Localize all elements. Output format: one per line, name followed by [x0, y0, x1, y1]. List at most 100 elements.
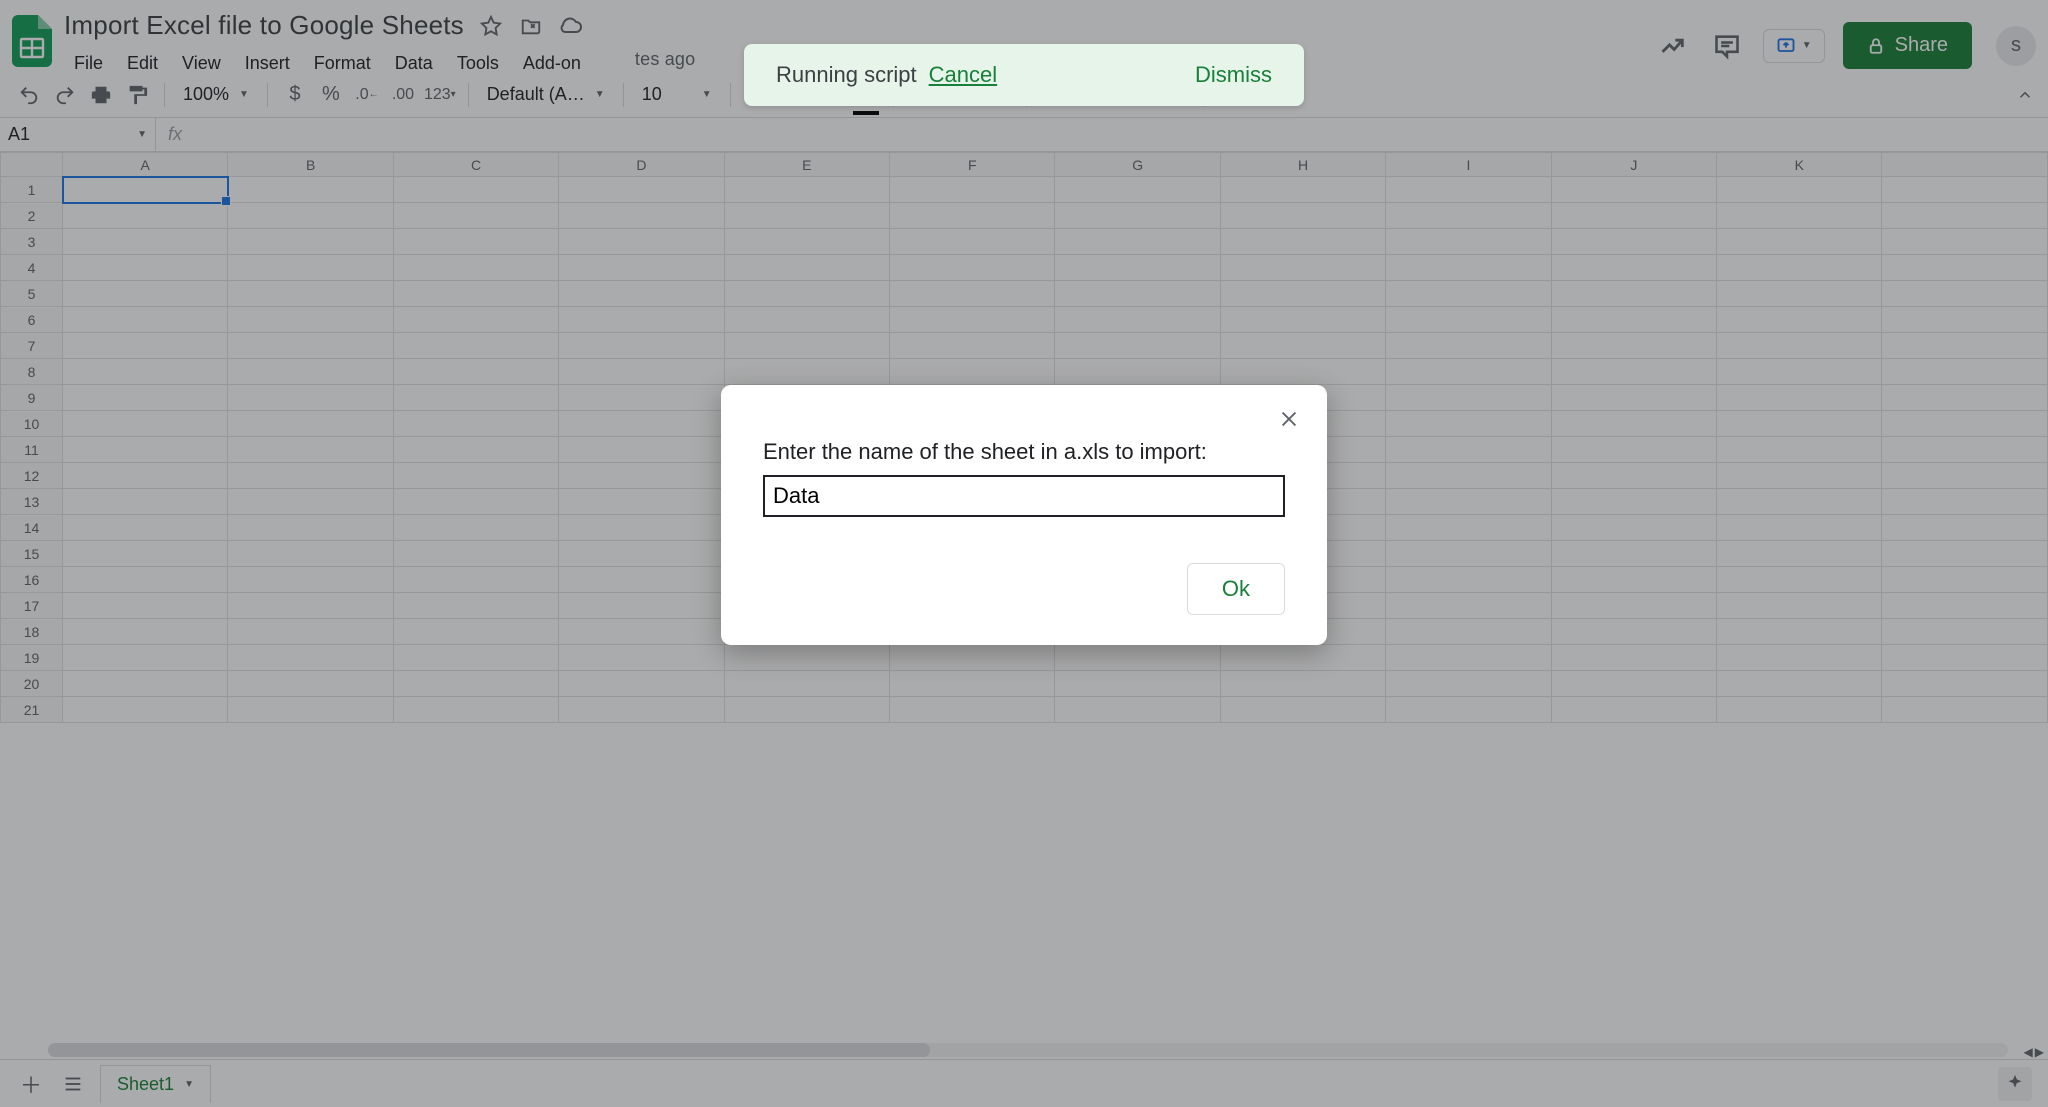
- grid-cell[interactable]: [559, 255, 724, 281]
- grid-cell[interactable]: [1220, 177, 1385, 203]
- grid-cell[interactable]: [63, 697, 228, 723]
- grid-cell[interactable]: [1882, 489, 2048, 515]
- row-header[interactable]: 8: [1, 359, 63, 385]
- grid-cell[interactable]: [393, 541, 558, 567]
- row-header[interactable]: 3: [1, 229, 63, 255]
- column-header-row[interactable]: A B C D E F G H I J K: [1, 153, 2048, 177]
- menu-data[interactable]: Data: [385, 49, 443, 78]
- col-header[interactable]: C: [393, 153, 558, 177]
- grid-cell[interactable]: [559, 307, 724, 333]
- col-header[interactable]: F: [890, 153, 1055, 177]
- grid-cell[interactable]: [559, 645, 724, 671]
- grid-cell[interactable]: [559, 385, 724, 411]
- grid-cell[interactable]: [724, 645, 889, 671]
- row-header[interactable]: 15: [1, 541, 63, 567]
- grid-row[interactable]: 7: [1, 333, 2048, 359]
- grid-cell[interactable]: [1551, 645, 1716, 671]
- horizontal-scrollbar[interactable]: [48, 1043, 2008, 1057]
- grid-cell[interactable]: [1882, 541, 2048, 567]
- collapse-toolbar-button[interactable]: [2016, 86, 2034, 104]
- grid-cell[interactable]: [559, 567, 724, 593]
- formula-bar[interactable]: fx: [156, 118, 194, 151]
- grid-cell[interactable]: [1386, 359, 1551, 385]
- grid-cell[interactable]: [1220, 255, 1385, 281]
- row-header[interactable]: 19: [1, 645, 63, 671]
- grid-cell[interactable]: [1055, 333, 1220, 359]
- row-header[interactable]: 4: [1, 255, 63, 281]
- grid-cell[interactable]: [393, 567, 558, 593]
- grid-cell[interactable]: [559, 437, 724, 463]
- grid-cell[interactable]: [393, 333, 558, 359]
- grid-cell[interactable]: [228, 515, 393, 541]
- grid-cell[interactable]: [1551, 697, 1716, 723]
- grid-cell[interactable]: [1882, 671, 2048, 697]
- font-select[interactable]: Default (Ari… ▼: [481, 84, 611, 105]
- grid-cell[interactable]: [1055, 359, 1220, 385]
- menu-edit[interactable]: Edit: [117, 49, 168, 78]
- grid-cell[interactable]: [890, 333, 1055, 359]
- grid-cell[interactable]: [559, 229, 724, 255]
- grid-cell[interactable]: [1386, 281, 1551, 307]
- grid-cell[interactable]: [1717, 489, 1882, 515]
- grid-cell[interactable]: [1717, 177, 1882, 203]
- grid-cell[interactable]: [1717, 697, 1882, 723]
- grid-cell[interactable]: [393, 385, 558, 411]
- grid-cell[interactable]: [1551, 359, 1716, 385]
- grid-cell[interactable]: [228, 541, 393, 567]
- grid-cell[interactable]: [228, 463, 393, 489]
- scrollbar-thumb[interactable]: [48, 1043, 930, 1057]
- grid-cell[interactable]: [63, 281, 228, 307]
- grid-cell[interactable]: [393, 593, 558, 619]
- grid-cell[interactable]: [1055, 177, 1220, 203]
- grid-cell[interactable]: [1386, 489, 1551, 515]
- toast-dismiss-button[interactable]: Dismiss: [1195, 62, 1272, 88]
- share-button[interactable]: Share: [1843, 22, 1972, 69]
- comments-icon[interactable]: [1709, 28, 1745, 64]
- grid-cell[interactable]: [1717, 359, 1882, 385]
- grid-row[interactable]: 5: [1, 281, 2048, 307]
- present-button[interactable]: ▼: [1763, 29, 1825, 63]
- grid-cell[interactable]: [228, 697, 393, 723]
- row-header[interactable]: 11: [1, 437, 63, 463]
- grid-cell[interactable]: [1386, 515, 1551, 541]
- redo-button[interactable]: [50, 80, 80, 110]
- grid-cell[interactable]: [228, 411, 393, 437]
- grid-cell[interactable]: [63, 541, 228, 567]
- grid-cell[interactable]: [1882, 229, 2048, 255]
- grid-cell[interactable]: [1882, 307, 2048, 333]
- grid-cell[interactable]: [559, 541, 724, 567]
- menu-addons[interactable]: Add-on: [513, 49, 591, 78]
- grid-cell[interactable]: [1386, 177, 1551, 203]
- grid-cell[interactable]: [63, 333, 228, 359]
- grid-cell[interactable]: [1386, 593, 1551, 619]
- grid-cell[interactable]: [393, 515, 558, 541]
- grid-cell[interactable]: [228, 489, 393, 515]
- grid-cell[interactable]: [1551, 229, 1716, 255]
- grid-cell[interactable]: [1551, 593, 1716, 619]
- row-header[interactable]: 18: [1, 619, 63, 645]
- grid-cell[interactable]: [63, 619, 228, 645]
- grid-cell[interactable]: [1551, 541, 1716, 567]
- print-button[interactable]: [86, 80, 116, 110]
- grid-cell[interactable]: [1386, 307, 1551, 333]
- font-size-select[interactable]: 10 ▼: [636, 84, 718, 105]
- grid-cell[interactable]: [393, 411, 558, 437]
- grid-cell[interactable]: [1717, 281, 1882, 307]
- grid-cell[interactable]: [1882, 437, 2048, 463]
- move-icon[interactable]: [518, 13, 544, 39]
- grid-cell[interactable]: [393, 489, 558, 515]
- grid-cell[interactable]: [1386, 255, 1551, 281]
- row-header[interactable]: 20: [1, 671, 63, 697]
- grid-cell[interactable]: [1055, 229, 1220, 255]
- menu-file[interactable]: File: [64, 49, 113, 78]
- row-header[interactable]: 17: [1, 593, 63, 619]
- grid-cell[interactable]: [1220, 671, 1385, 697]
- grid-cell[interactable]: [890, 671, 1055, 697]
- grid-cell[interactable]: [724, 333, 889, 359]
- grid-cell[interactable]: [1551, 385, 1716, 411]
- row-header[interactable]: 6: [1, 307, 63, 333]
- grid-cell[interactable]: [1882, 177, 2048, 203]
- grid-cell[interactable]: [724, 229, 889, 255]
- grid-cell[interactable]: [559, 281, 724, 307]
- grid-cell[interactable]: [890, 229, 1055, 255]
